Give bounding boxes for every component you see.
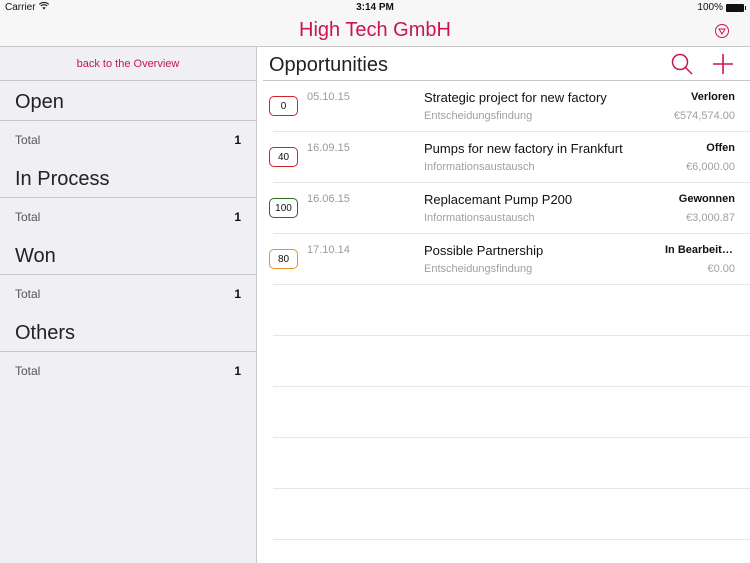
section-in-process: In Process Total 1 (0, 158, 256, 235)
navigation-bar: High Tech GmbH (0, 15, 750, 47)
section-total-row[interactable]: Total 1 (0, 198, 256, 235)
opportunity-date: 16.09.15 (307, 142, 350, 154)
empty-row (273, 285, 750, 336)
opportunity-list: 0 05.10.15 Strategic project for new fac… (258, 81, 750, 540)
section-title: Open (0, 81, 256, 121)
opportunity-name: Replacemant Pump P200 (424, 192, 573, 207)
sidebar: back to the Overview Open Total 1 In Pro… (0, 47, 257, 563)
opportunity-phase: Entscheidungsfindung (424, 263, 533, 275)
plus-icon (711, 54, 735, 80)
battery-icon (726, 3, 746, 12)
probability-badge: 100 (269, 198, 298, 218)
battery-indicator: 100% (697, 2, 746, 13)
opportunity-row[interactable]: 0 05.10.15 Strategic project for new fac… (269, 81, 750, 132)
empty-row (273, 387, 750, 438)
search-button[interactable] (670, 52, 694, 76)
opportunity-name: Pumps for new factory in Frankfurt (424, 141, 623, 156)
total-value: 1 (234, 132, 241, 147)
add-opportunity-button[interactable] (711, 52, 735, 76)
opportunity-amount: €3,000.87 (686, 212, 735, 224)
clock: 3:14 PM (356, 2, 394, 13)
section-won: Won Total 1 (0, 235, 256, 312)
opportunities-panel: Opportunities 0 05.10.15 Strategic proje… (258, 47, 750, 563)
opportunity-status: Verloren (690, 91, 735, 103)
opportunity-date: 05.10.15 (307, 91, 350, 103)
empty-row (273, 438, 750, 489)
section-others: Others Total 1 (0, 312, 256, 389)
total-label: Total (15, 363, 41, 378)
opportunity-row[interactable]: 40 16.09.15 Pumps for new factory in Fra… (269, 132, 750, 183)
total-label: Total (15, 209, 41, 224)
filter-triangle-icon (718, 22, 726, 40)
status-bar: Carrier 3:14 PM 100% (0, 0, 750, 15)
opportunity-date: 16.06.15 (307, 193, 350, 205)
page-title: Opportunities (269, 54, 388, 76)
section-title: In Process (0, 158, 256, 198)
opportunity-phase: Informationsaustausch (424, 212, 535, 224)
section-total-row[interactable]: Total 1 (0, 121, 256, 158)
section-total-row[interactable]: Total 1 (0, 352, 256, 389)
opportunity-phase: Informationsaustausch (424, 161, 535, 173)
back-to-overview-link[interactable]: back to the Overview (0, 47, 256, 81)
opportunity-name: Possible Partnership (424, 243, 544, 258)
section-title: Others (0, 312, 256, 352)
total-value: 1 (234, 209, 241, 224)
total-value: 1 (234, 286, 241, 301)
empty-row (273, 489, 750, 540)
battery-percent: 100% (697, 2, 723, 13)
opportunity-row[interactable]: 100 16.06.15 Replacemant Pump P200 Infor… (269, 183, 750, 234)
total-label: Total (15, 132, 41, 147)
total-value: 1 (234, 363, 241, 378)
opportunity-amount: €0.00 (707, 263, 735, 275)
search-icon (670, 53, 694, 80)
opportunity-row[interactable]: 80 17.10.14 Possible Partnership Entsche… (269, 234, 750, 285)
probability-badge: 80 (269, 249, 298, 269)
opportunity-amount: €574,574.00 (673, 110, 735, 122)
section-open: Open Total 1 (0, 81, 256, 158)
opportunity-date: 17.10.14 (307, 244, 350, 256)
opportunities-header: Opportunities (263, 47, 750, 81)
probability-badge: 0 (269, 96, 298, 116)
company-title: High Tech GmbH (299, 19, 451, 41)
opportunity-status: Gewonnen (678, 193, 735, 205)
total-label: Total (15, 286, 41, 301)
filter-button[interactable] (715, 24, 729, 38)
section-title: Won (0, 235, 256, 275)
opportunity-status: In Bearbeitung (665, 244, 735, 256)
opportunity-phase: Entscheidungsfindung (424, 110, 533, 122)
probability-badge: 40 (269, 147, 298, 167)
opportunity-name: Strategic project for new factory (424, 90, 607, 105)
opportunity-status: Offen (706, 142, 735, 154)
empty-row (273, 336, 750, 387)
opportunity-amount: €6,000.00 (686, 161, 735, 173)
section-total-row[interactable]: Total 1 (0, 275, 256, 312)
